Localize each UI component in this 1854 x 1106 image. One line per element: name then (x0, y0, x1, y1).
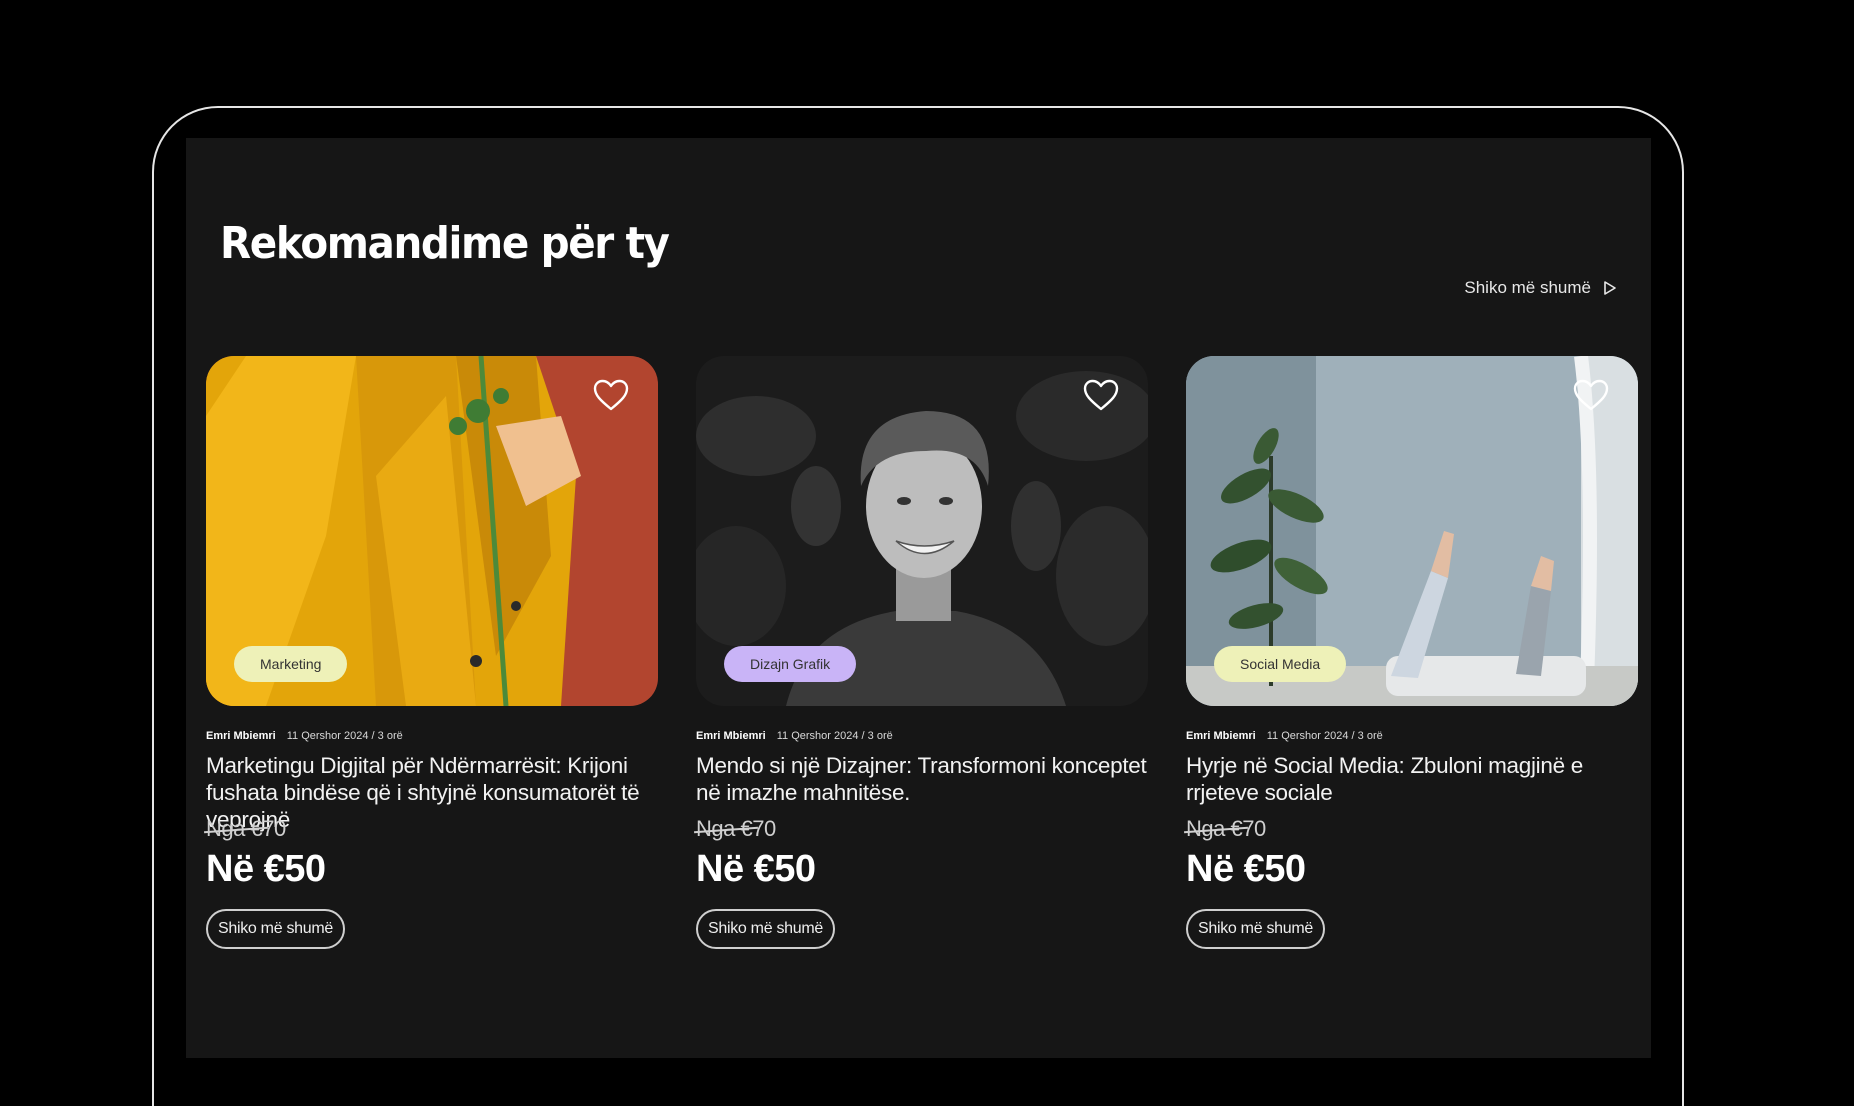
see-more-button[interactable]: Shiko më shumë (206, 909, 345, 949)
old-price: Nga €70 (696, 816, 776, 841)
category-chip[interactable]: Marketing (234, 646, 348, 682)
author-name: Emri Mbiemri (696, 730, 766, 742)
new-price: Në €50 (696, 848, 816, 890)
course-card[interactable]: Dizajn Grafik Emri Mbiemri 11 Qershor 20… (696, 356, 1148, 949)
course-title: Mendo si një Dizajner: Transformoni konc… (696, 753, 1147, 805)
course-title: Hyrje në Social Media: Zbuloni magjinë e… (1186, 753, 1583, 805)
course-card[interactable]: Marketing Emri Mbiemri 11 Qershor 2024 /… (206, 356, 658, 949)
card-meta: Emri Mbiemri 11 Qershor 2024 / 3 orë (206, 730, 658, 742)
author-name: Emri Mbiemri (1186, 730, 1256, 742)
play-arrow-icon (1604, 281, 1616, 295)
heart-icon[interactable] (592, 378, 630, 412)
card-meta: Emri Mbiemri 11 Qershor 2024 / 3 orë (696, 730, 1148, 742)
course-image[interactable]: Marketing (206, 356, 658, 706)
course-title: Marketingu Digjital për Ndërmarrësit: Kr… (206, 753, 640, 832)
category-chip[interactable]: Social Media (1214, 646, 1347, 682)
course-image[interactable]: Dizajn Grafik (696, 356, 1148, 706)
old-price: Nga €70 (206, 816, 286, 841)
heart-icon[interactable] (1572, 378, 1610, 412)
date-duration: 11 Qershor 2024 / 3 orë (286, 730, 403, 742)
section-title: Rekomandime për ty (220, 218, 670, 269)
screen: Rekomandime për ty Shiko më shumë Market… (186, 138, 1651, 1058)
old-price: Nga €70 (1186, 816, 1266, 841)
see-more-button[interactable]: Shiko më shumë (696, 909, 835, 949)
course-card[interactable]: Social Media Emri Mbiemri 11 Qershor 202… (1186, 356, 1638, 949)
date-duration: 11 Qershor 2024 / 3 orë (776, 730, 893, 742)
date-duration: 11 Qershor 2024 / 3 orë (1266, 730, 1383, 742)
see-more-label: Shiko më shumë (1464, 278, 1591, 297)
card-meta: Emri Mbiemri 11 Qershor 2024 / 3 orë (1186, 730, 1638, 742)
heart-icon[interactable] (1082, 378, 1120, 412)
new-price: Në €50 (206, 848, 326, 890)
see-more-link[interactable]: Shiko më shumë (1464, 278, 1617, 298)
see-more-button[interactable]: Shiko më shumë (1186, 909, 1325, 949)
category-chip[interactable]: Dizajn Grafik (724, 646, 857, 682)
author-name: Emri Mbiemri (206, 730, 276, 742)
new-price: Në €50 (1186, 848, 1306, 890)
course-image[interactable]: Social Media (1186, 356, 1638, 706)
